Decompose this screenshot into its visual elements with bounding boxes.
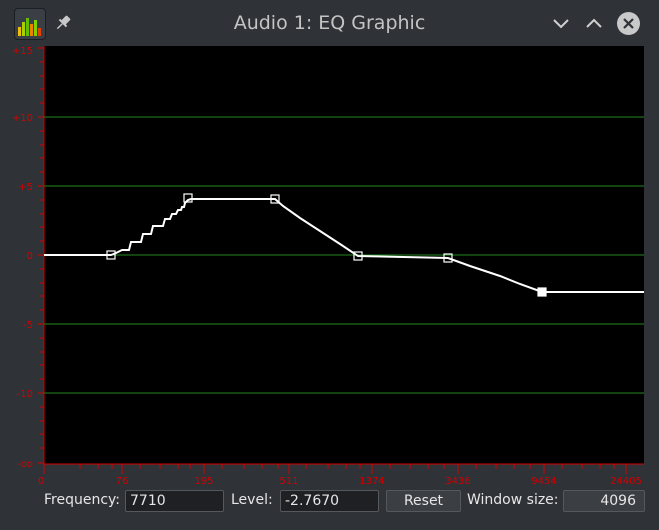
y-axis-label: +5 — [18, 182, 33, 193]
eq-control-point-selected[interactable] — [537, 287, 547, 297]
y-axis-label: -5 — [23, 320, 33, 331]
x-axis-label: 76 — [116, 476, 129, 486]
level-label: Level: — [231, 492, 273, 508]
y-axis-label: 0 — [27, 251, 33, 262]
reset-button[interactable]: Reset — [386, 490, 461, 512]
maximize-icon[interactable] — [583, 12, 605, 34]
window-size-select[interactable]: 4096 — [563, 490, 645, 512]
eq-graph-panel: +15 +10 +5 0 -5 -10 -oo 0 76 195 511 137… — [0, 46, 659, 487]
x-axis-label: 3436 — [445, 476, 470, 486]
window-size-label: Window size: — [467, 492, 559, 508]
close-icon[interactable] — [616, 11, 641, 36]
title-bar: Audio 1: EQ Graphic — [0, 0, 659, 46]
y-axis-label: -oo — [17, 459, 33, 470]
eq-graph[interactable]: +15 +10 +5 0 -5 -10 -oo 0 76 195 511 137… — [0, 46, 659, 487]
frequency-label: Frequency: — [44, 492, 121, 508]
x-axis-label: 9454 — [531, 476, 556, 486]
x-axis-label: 195 — [194, 476, 213, 486]
x-axis-label: 1374 — [359, 476, 384, 486]
x-axis-label: 511 — [279, 476, 298, 486]
y-axis-ticks — [38, 47, 44, 464]
x-axis-ticks — [43, 464, 627, 474]
x-axis-label: 0 — [38, 476, 44, 486]
controls-bar: Frequency: 7710 Level: -2.7670 Reset Win… — [0, 486, 659, 530]
minimize-icon[interactable] — [550, 12, 572, 34]
y-axis-label: +15 — [12, 46, 33, 57]
frequency-field[interactable]: 7710 — [125, 490, 224, 512]
y-axis-label: +10 — [12, 113, 33, 124]
x-axis-label: 24405 — [610, 476, 642, 486]
level-field[interactable]: -2.7670 — [280, 490, 379, 512]
y-axis-label: -10 — [17, 389, 33, 400]
